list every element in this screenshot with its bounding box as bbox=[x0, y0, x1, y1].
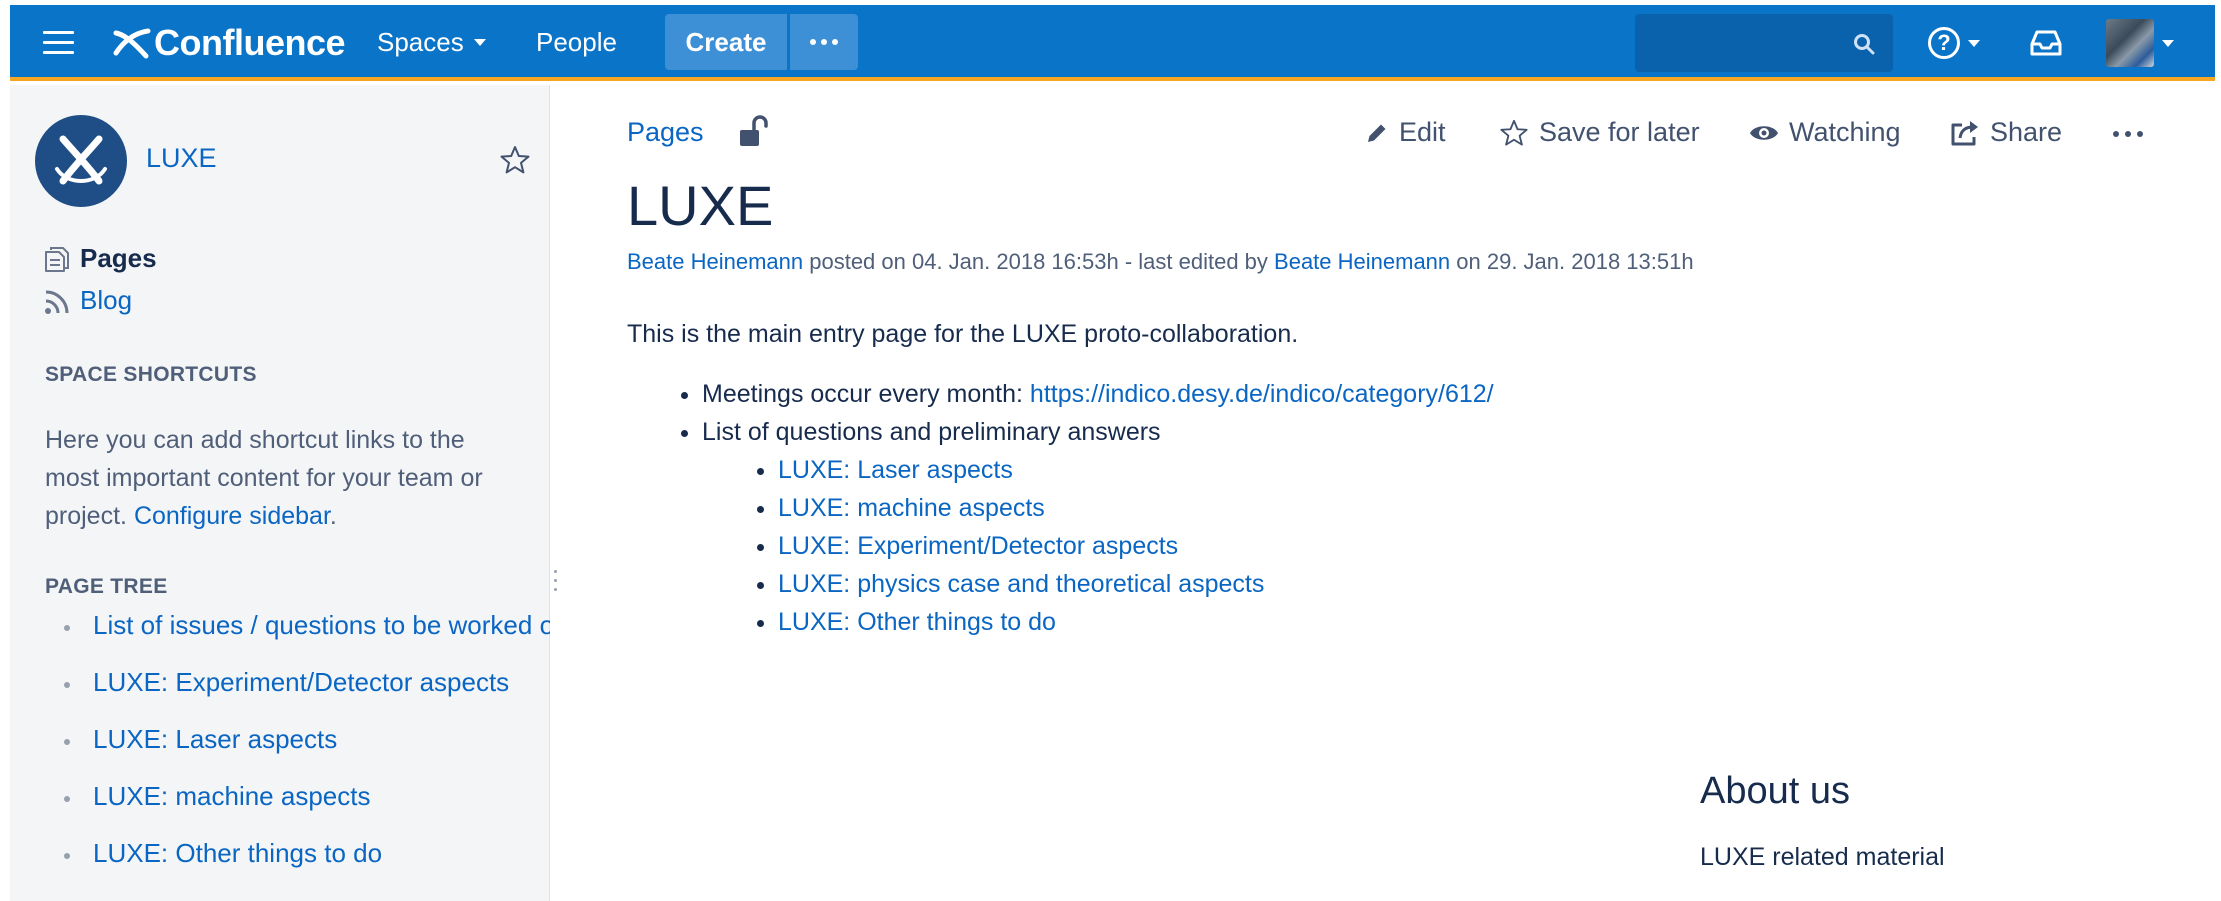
avatar bbox=[2106, 19, 2154, 67]
list-item: LUXE: Laser aspects bbox=[757, 451, 1494, 489]
question-page-link[interactable]: LUXE: Experiment/Detector aspects bbox=[778, 532, 1178, 560]
list-item: LUXE: Experiment/Detector aspects bbox=[757, 527, 1494, 565]
shortcuts-period: . bbox=[329, 502, 337, 530]
question-page-link[interactable]: LUXE: machine aspects bbox=[778, 494, 1045, 522]
sidebar-item-label: Pages bbox=[80, 243, 157, 273]
content-list: Meetings occur every month: https://indi… bbox=[681, 375, 1494, 641]
list-item: Meetings occur every month: https://indi… bbox=[681, 375, 1494, 413]
confluence-window: Confluence Spaces People Create ? LUXE P… bbox=[10, 5, 2215, 901]
more-icon bbox=[810, 39, 838, 45]
save-for-later-button[interactable]: Save for later bbox=[1499, 117, 1700, 148]
question-page-link[interactable]: LUXE: Laser aspects bbox=[778, 456, 1013, 484]
editor-link[interactable]: Beate Heinemann bbox=[1274, 249, 1450, 274]
questions-text: List of questions and preliminary answer… bbox=[702, 418, 1161, 446]
rss-icon bbox=[45, 290, 69, 314]
page-tree: List of issues / questions to be worked … bbox=[45, 610, 550, 895]
shortcuts-help-text: Here you can add shortcut links to the m… bbox=[45, 421, 515, 535]
page-tree-item[interactable]: LUXE: Experiment/Detector aspects bbox=[45, 667, 550, 724]
help-icon: ? bbox=[1928, 27, 1960, 59]
sidebar-item-pages[interactable]: Pages bbox=[44, 243, 157, 274]
logo-text: Confluence bbox=[154, 22, 346, 63]
page-tree-item[interactable]: LUXE: machine aspects bbox=[45, 781, 550, 838]
list-item: LUXE: machine aspects bbox=[757, 489, 1494, 527]
top-navigation-bar: Confluence Spaces People Create ? bbox=[10, 5, 2215, 81]
page-tree-item[interactable]: LUXE: Other things to do bbox=[45, 838, 550, 895]
space-shortcuts-heading: SPACE SHORTCUTS bbox=[45, 363, 257, 386]
save-for-later-label: Save for later bbox=[1539, 117, 1700, 147]
meetings-link[interactable]: https://indico.desy.de/indico/category/6… bbox=[1030, 380, 1494, 408]
page-tree-heading: PAGE TREE bbox=[45, 575, 168, 598]
create-button[interactable]: Create bbox=[665, 14, 787, 70]
question-page-link[interactable]: LUXE: physics case and theoretical aspec… bbox=[778, 570, 1264, 598]
luxe-logo-icon bbox=[55, 135, 107, 185]
watching-button[interactable]: Watching bbox=[1749, 117, 1901, 148]
star-icon bbox=[1500, 119, 1528, 146]
pencil-icon bbox=[1368, 124, 1386, 142]
page-title: LUXE bbox=[627, 174, 774, 237]
share-button[interactable]: Share bbox=[1950, 117, 2062, 148]
inbox-icon[interactable] bbox=[2029, 28, 2063, 58]
page-tree-item[interactable]: LUXE: Laser aspects bbox=[45, 724, 550, 781]
menu-icon[interactable] bbox=[43, 31, 74, 55]
pages-icon bbox=[45, 246, 69, 272]
questions-list: LUXE: Laser aspects LUXE: machine aspect… bbox=[757, 451, 1494, 641]
sidebar-item-blog[interactable]: Blog bbox=[44, 285, 132, 316]
author-link[interactable]: Beate Heinemann bbox=[627, 249, 803, 274]
user-menu[interactable] bbox=[2106, 19, 2174, 67]
configure-sidebar-link[interactable]: Configure sidebar bbox=[134, 502, 330, 530]
eye-icon bbox=[1750, 125, 1778, 140]
confluence-logo[interactable]: Confluence bbox=[112, 19, 346, 67]
people-label: People bbox=[536, 27, 617, 57]
chevron-down-icon bbox=[2162, 39, 2174, 47]
create-label: Create bbox=[685, 26, 767, 57]
about-heading: About us bbox=[1700, 770, 1850, 812]
question-page-link[interactable]: LUXE: Other things to do bbox=[778, 608, 1056, 636]
star-icon[interactable] bbox=[499, 144, 531, 176]
edit-label: Edit bbox=[1399, 117, 1446, 147]
intro-paragraph: This is the main entry page for the LUXE… bbox=[627, 320, 1299, 348]
meetings-text: Meetings occur every month: bbox=[702, 380, 1030, 408]
about-text: LUXE related material bbox=[1700, 843, 1945, 871]
help-menu[interactable]: ? bbox=[1928, 27, 1980, 59]
sidebar-item-label: Blog bbox=[80, 285, 133, 315]
space-name-link[interactable]: LUXE bbox=[146, 143, 217, 174]
list-item: List of questions and preliminary answer… bbox=[681, 413, 1494, 641]
page-tree-item[interactable]: List of issues / questions to be worked … bbox=[45, 610, 550, 667]
spaces-label: Spaces bbox=[377, 27, 464, 57]
page-more-actions-icon[interactable] bbox=[2113, 131, 2143, 137]
search-input[interactable] bbox=[1635, 14, 1893, 72]
share-label: Share bbox=[1990, 117, 2063, 147]
byline-edited-text: on 29. Jan. 2018 13:51h bbox=[1450, 249, 1694, 274]
watching-label: Watching bbox=[1789, 117, 1901, 147]
byline-posted-text: posted on 04. Jan. 2018 16:53h - last ed… bbox=[803, 249, 1275, 274]
list-item: LUXE: physics case and theoretical aspec… bbox=[757, 565, 1494, 603]
breadcrumb[interactable]: Pages bbox=[627, 117, 704, 148]
edit-button[interactable]: Edit bbox=[1365, 117, 1446, 148]
confluence-logo-icon bbox=[113, 28, 151, 59]
chevron-down-icon bbox=[473, 39, 486, 46]
space-logo[interactable] bbox=[35, 115, 127, 207]
create-more-button[interactable] bbox=[790, 14, 858, 70]
space-sidebar: LUXE Pages Blog SPACE SHORTCUTS Here you… bbox=[10, 85, 550, 901]
people-link[interactable]: People bbox=[536, 27, 617, 58]
unlocked-icon[interactable] bbox=[738, 115, 768, 149]
search-icon bbox=[1854, 34, 1875, 55]
page-byline: Beate Heinemann posted on 04. Jan. 2018 … bbox=[627, 249, 1694, 275]
sidebar-resize-handle[interactable] bbox=[554, 570, 560, 602]
spaces-menu[interactable]: Spaces bbox=[377, 27, 486, 58]
share-icon bbox=[1951, 120, 1978, 145]
chevron-down-icon bbox=[1968, 39, 1980, 47]
list-item: LUXE: Other things to do bbox=[757, 603, 1494, 641]
